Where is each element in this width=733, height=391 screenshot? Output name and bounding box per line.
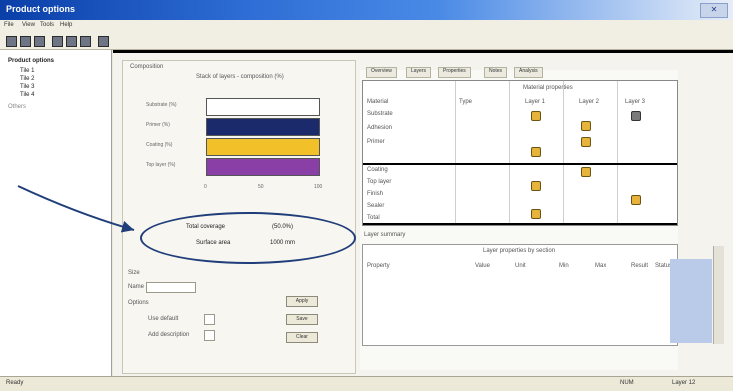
apply-button[interactable]: Apply [286,296,318,307]
tab-layers[interactable]: Layers [406,67,432,78]
grid-row-label: Primer [367,139,385,145]
cell-icon[interactable] [631,111,641,121]
grid-col-head: Layer 3 [625,99,646,105]
grid-row-label: Adhesion [367,125,393,131]
cell-icon[interactable] [581,137,591,147]
summary-col-head: Value [475,263,490,269]
tab-analysis[interactable]: Analysis [514,67,543,78]
grid-row-label: Substrate [367,111,393,117]
grid-col-head: Type [459,99,473,105]
tab-properties[interactable]: Properties [438,67,471,78]
save-button[interactable]: Save [286,314,318,325]
use-default-label: Use default [148,316,179,322]
summary-col-head: Min [559,263,569,269]
use-default-checkbox[interactable] [204,314,215,325]
summary-col-head: Property [367,263,390,269]
add-description-label: Add description [148,332,190,338]
grid-group-head: Material properties [523,85,573,91]
status-left: Ready [6,380,24,386]
properties-grid[interactable]: Material properties Material Type Layer … [362,80,678,226]
summary-col-head: Result [631,263,649,269]
status-bar: Ready NUM Layer 12 [0,376,733,391]
cell-icon[interactable] [531,181,541,191]
vertical-scrollbar[interactable] [713,246,724,344]
options-label: Options [128,300,149,306]
status-right: Layer 12 [672,380,696,386]
grid-divider [563,81,564,225]
grid-row-label: Sealer [367,203,385,209]
grid-row-label: Total [367,215,380,221]
selected-column[interactable] [670,259,712,343]
summary-title: Layer summary [364,232,406,238]
name-label: Name [128,284,145,290]
cell-icon[interactable] [581,167,591,177]
grid-row-label: Coating [367,167,388,173]
grid-divider [509,81,510,225]
tab-notes[interactable]: Notes [484,67,508,78]
cell-icon[interactable] [531,147,541,157]
grid-col-head: Layer 2 [579,99,600,105]
grid-row-divider [363,223,677,225]
tab-overview[interactable]: Overview [366,67,397,78]
grid-row-label: Top layer [367,179,392,185]
app-window: Product options ✕ File View Tools Help P… [0,0,733,391]
add-description-checkbox[interactable] [204,330,215,341]
cell-icon[interactable] [531,209,541,219]
summary-col-head: Max [595,263,607,269]
cell-icon[interactable] [531,111,541,121]
clear-button[interactable]: Clear [286,332,318,343]
summary-col-head: Unit [515,263,526,269]
grid-divider [455,81,456,225]
status-mid: NUM [620,380,634,386]
summary-grid[interactable]: Layer properties by section Property Val… [362,244,678,346]
grid-row-label: Finish [367,191,384,197]
summary-group-head: Layer properties by section [483,248,556,254]
name-field[interactable] [146,282,196,293]
grid-col-head: Layer 1 [525,99,546,105]
cell-icon[interactable] [631,195,641,205]
grid-col-head: Material [367,99,389,105]
cell-icon[interactable] [581,121,591,131]
grid-divider [617,81,618,225]
grid-row-divider [363,163,677,165]
size-section: Size [128,270,140,276]
